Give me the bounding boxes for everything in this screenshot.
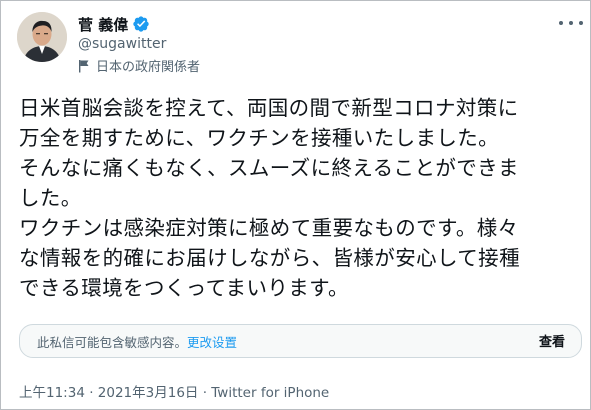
tweet-text: 日米首脳会談を控えて、両国の間で新型コロナ対策に 万全を期すために、ワクチンを接… [19,96,520,300]
more-dot [559,21,563,25]
sensitive-content-notice: 此私信可能包含敏感内容。更改设置 查看 [19,324,582,358]
more-dot [569,21,573,25]
display-name[interactable]: 菅 義偉 [78,14,128,35]
sensitive-message: 此私信可能包含敏感内容。 [37,335,188,350]
tweet-time[interactable]: 上午11:34 [19,385,85,401]
more-options-icon[interactable] [559,15,583,31]
sensitive-notice-text: 此私信可能包含敏感内容。更改设置 [37,332,237,351]
flag-icon [79,59,89,72]
user-name-row[interactable]: 菅 義偉 [78,13,150,35]
tweet-date[interactable]: 2021年3月16日 [98,385,199,401]
government-label-text: 日本の政府関係者 [96,60,201,75]
tweet-meta: 上午11:34 · 2021年3月16日 · Twitter for iPhon… [19,381,329,401]
meta-separator: · [84,385,98,401]
view-button[interactable]: 查看 [539,331,565,350]
verified-badge-icon [133,16,149,32]
avatar-photo [17,12,67,62]
tweet-card: 菅 義偉 @sugawitter 日本の政府関係者 日米首脳会談を控えて、両国の… [0,0,591,410]
meta-separator: · [198,385,212,401]
tweet-source[interactable]: Twitter for iPhone [211,385,329,401]
user-handle[interactable]: @sugawitter [78,36,166,52]
government-label[interactable]: 日本の政府関係者 [78,56,200,75]
change-settings-link[interactable]: 更改设置 [187,335,237,350]
avatar[interactable] [17,12,67,62]
more-dot [579,21,583,25]
